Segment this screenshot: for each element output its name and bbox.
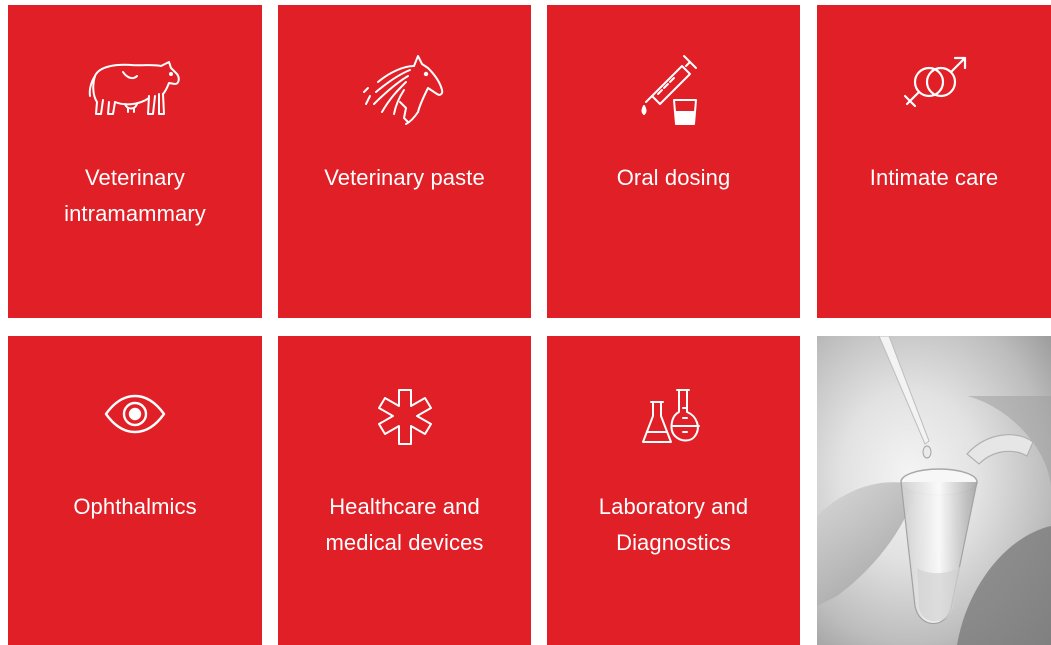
pipette-tube-image bbox=[817, 336, 1051, 645]
tile-veterinary-paste[interactable]: Veterinary paste bbox=[278, 5, 531, 318]
category-grid: Veterinary intramammary Veterinary paste bbox=[0, 0, 1051, 645]
gender-symbols-icon bbox=[903, 56, 967, 108]
syringe-cup-icon bbox=[641, 55, 697, 125]
tile-label: Laboratory and Diagnostics bbox=[598, 494, 749, 555]
horse-head-icon bbox=[362, 55, 443, 125]
eye-icon bbox=[104, 394, 166, 434]
tile-oral-dosing[interactable]: Oral dosing bbox=[547, 5, 800, 318]
tile-label: Veterinary paste bbox=[324, 165, 485, 190]
tile-label: Healthcare and medical devices bbox=[325, 494, 484, 555]
tile-label: Intimate care bbox=[869, 165, 999, 190]
tile-label: Oral dosing bbox=[616, 165, 731, 190]
tile-label: Ophthalmics bbox=[73, 494, 197, 519]
tile-laboratory-diagnostics[interactable]: Laboratory and Diagnostics bbox=[547, 336, 800, 645]
tile-ophthalmics[interactable]: Ophthalmics bbox=[8, 336, 262, 645]
medical-star-icon bbox=[377, 389, 432, 445]
tile-veterinary-intramammary[interactable]: Veterinary intramammary bbox=[8, 5, 262, 318]
lab-pipette-photo bbox=[817, 336, 1051, 645]
tile-intimate-care[interactable]: Intimate care bbox=[817, 5, 1051, 318]
tile-healthcare-medical-devices[interactable]: Healthcare and medical devices bbox=[278, 336, 531, 645]
cow-icon bbox=[88, 61, 180, 115]
lab-flasks-icon bbox=[641, 389, 700, 443]
tile-label: Veterinary intramammary bbox=[64, 165, 206, 226]
